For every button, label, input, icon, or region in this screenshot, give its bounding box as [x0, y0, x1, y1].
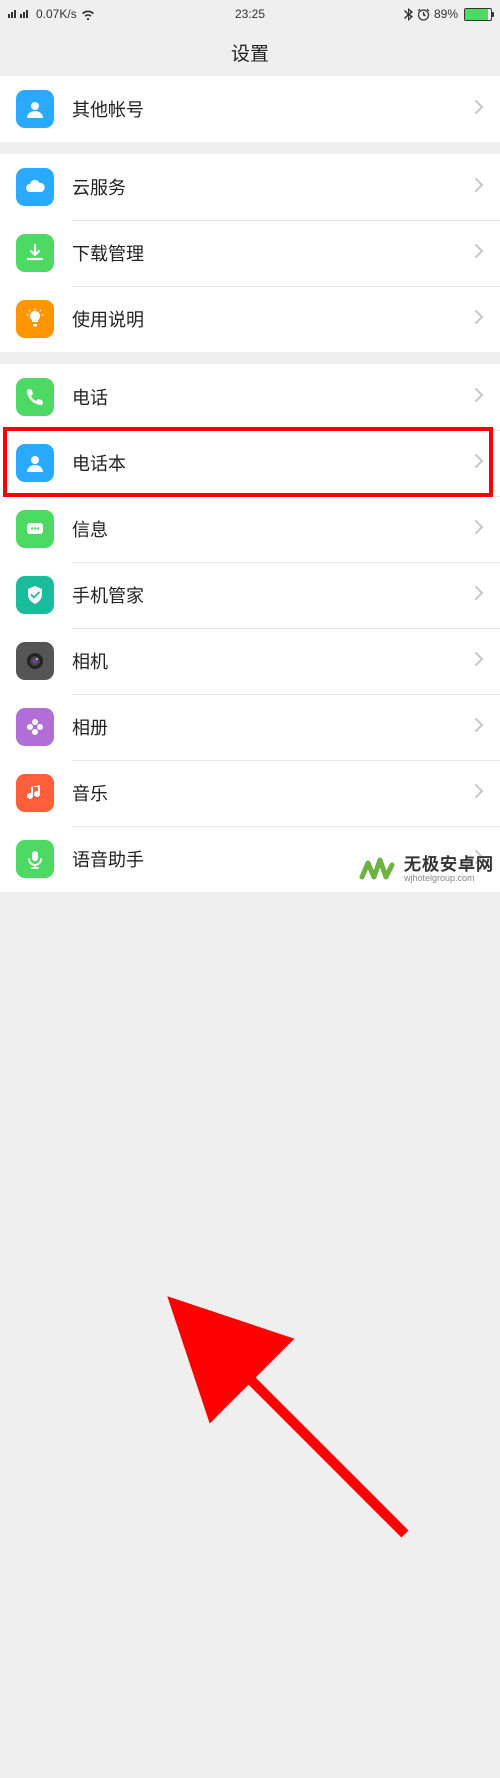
watermark-url: wjhotelgroup.com [404, 874, 494, 884]
signal-icon [8, 8, 32, 20]
chevron-right-icon [474, 717, 484, 738]
settings-row-messages[interactable]: 信息 [0, 496, 500, 562]
row-label: 其他帐号 [72, 96, 474, 122]
chevron-right-icon [474, 453, 484, 474]
row-label: 使用说明 [72, 306, 474, 332]
shield-icon [16, 576, 54, 614]
settings-row-instructions[interactable]: 使用说明 [0, 286, 500, 352]
settings-row-cloud[interactable]: 云服务 [0, 154, 500, 220]
watermark-title: 无极安卓网 [404, 856, 494, 875]
chevron-right-icon [474, 309, 484, 330]
chevron-right-icon [474, 585, 484, 606]
row-label: 电话本 [72, 450, 474, 476]
status-left: 0.07K/s [8, 7, 95, 21]
mic-icon [16, 840, 54, 878]
page-title: 设置 [0, 28, 500, 76]
row-label: 信息 [72, 516, 474, 542]
chevron-right-icon [474, 783, 484, 804]
battery-icon [464, 8, 492, 21]
arrow-annotation [0, 892, 500, 1778]
status-bar: 0.07K/s 23:25 89% [0, 0, 500, 28]
chevron-right-icon [474, 177, 484, 198]
chevron-right-icon [474, 99, 484, 120]
row-label: 电话 [72, 384, 474, 410]
watermark-logo-icon [358, 855, 398, 885]
person-icon [16, 90, 54, 128]
status-time: 23:25 [235, 7, 265, 21]
row-label: 云服务 [72, 174, 474, 200]
bluetooth-icon [404, 8, 413, 21]
contacts-icon [16, 444, 54, 482]
camera-icon [16, 642, 54, 680]
alarm-icon [417, 8, 430, 21]
settings-list: 其他帐号云服务下载管理使用说明电话电话本信息手机管家相机相册音乐语音助手 [0, 76, 500, 892]
status-right: 89% [404, 7, 492, 21]
network-speed: 0.07K/s [36, 7, 77, 21]
wifi-icon [81, 8, 95, 20]
chevron-right-icon [474, 243, 484, 264]
phone-icon [16, 378, 54, 416]
row-label: 相机 [72, 648, 474, 674]
chevron-right-icon [474, 519, 484, 540]
cloud-icon [16, 168, 54, 206]
settings-row-manager[interactable]: 手机管家 [0, 562, 500, 628]
flower-icon [16, 708, 54, 746]
chevron-right-icon [474, 387, 484, 408]
settings-row-gallery[interactable]: 相册 [0, 694, 500, 760]
settings-row-camera[interactable]: 相机 [0, 628, 500, 694]
row-label: 音乐 [72, 780, 474, 806]
settings-row-other-accounts[interactable]: 其他帐号 [0, 76, 500, 142]
settings-row-phone[interactable]: 电话 [0, 364, 500, 430]
row-label: 手机管家 [72, 582, 474, 608]
battery-percent: 89% [434, 7, 458, 21]
music-icon [16, 774, 54, 812]
lightbulb-icon [16, 300, 54, 338]
row-label: 下载管理 [72, 240, 474, 266]
settings-row-contacts[interactable]: 电话本 [0, 430, 500, 496]
chevron-right-icon [474, 651, 484, 672]
row-label: 相册 [72, 714, 474, 740]
settings-row-music[interactable]: 音乐 [0, 760, 500, 826]
download-icon [16, 234, 54, 272]
settings-row-downloads[interactable]: 下载管理 [0, 220, 500, 286]
chat-icon [16, 510, 54, 548]
watermark: 无极安卓网 wjhotelgroup.com [358, 855, 494, 885]
